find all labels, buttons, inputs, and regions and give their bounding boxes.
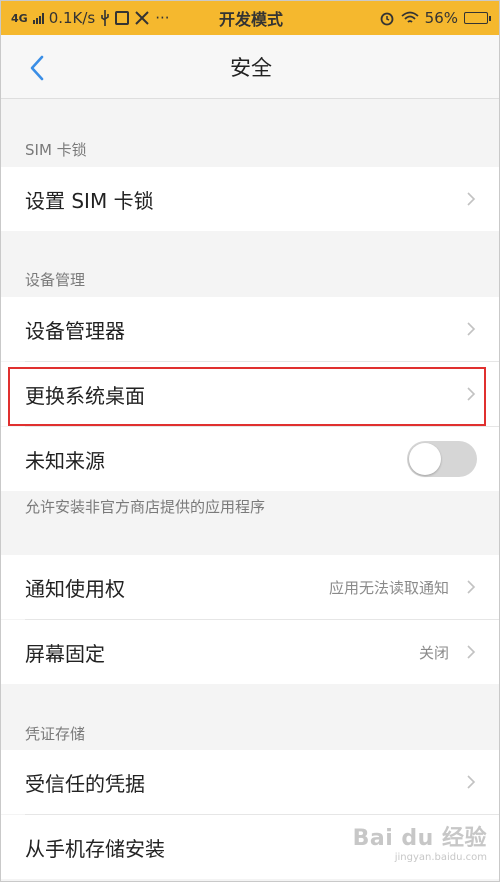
row-label: 设备管理器 xyxy=(25,318,125,343)
unknown-sources-toggle[interactable] xyxy=(407,441,477,477)
row-change-launcher[interactable]: 更换系统桌面 xyxy=(1,362,499,426)
section-label-device: 设备管理 xyxy=(25,271,86,289)
row-unknown-sources: 未知来源 xyxy=(1,427,499,491)
row-value: 关闭 xyxy=(418,643,449,662)
unknown-sources-description: 允许安装非官方商店提供的应用程序 xyxy=(25,498,266,516)
title-bar: 安全 xyxy=(1,35,499,99)
row-label: 未知来源 xyxy=(25,448,105,473)
chevron-right-icon xyxy=(467,645,476,659)
network-type: 4G xyxy=(11,11,28,25)
notification-icon xyxy=(115,11,130,25)
battery-percent: 56% xyxy=(424,9,458,27)
usb-icon xyxy=(101,10,110,26)
page-title: 安全 xyxy=(230,55,272,80)
signal-icon xyxy=(32,12,44,24)
row-label: 通知使用权 xyxy=(25,576,125,601)
alarm-icon xyxy=(380,12,394,26)
watermark-url: jingyan.baidu.com xyxy=(394,852,487,863)
section-label-sim: SIM 卡锁 xyxy=(25,141,87,159)
network-speed: 0.1K/s xyxy=(48,9,96,27)
watermark: Bai du 经验 jingyan.baidu.com xyxy=(353,820,487,863)
back-arrow-icon[interactable] xyxy=(23,53,53,83)
row-label: 屏幕固定 xyxy=(25,641,105,666)
battery-icon xyxy=(464,12,491,24)
chevron-right-icon xyxy=(467,322,476,336)
row-notification-access[interactable]: 通知使用权 应用无法读取通知 xyxy=(1,555,499,619)
row-screen-pinning[interactable]: 屏幕固定 关闭 xyxy=(1,620,499,684)
status-bar: 4G 0.1K/s ··· 开发模式 56% xyxy=(1,1,499,35)
wifi-icon xyxy=(401,11,419,23)
row-label: 更换系统桌面 xyxy=(25,383,145,408)
status-left: 4G 0.1K/s ··· xyxy=(11,9,170,27)
toggle-knob xyxy=(409,443,441,475)
section-label-credentials: 凭证存储 xyxy=(25,725,86,743)
chevron-right-icon xyxy=(467,192,476,206)
status-right: 56% xyxy=(379,9,491,27)
row-value: 应用无法读取通知 xyxy=(328,578,449,597)
chevron-right-icon xyxy=(467,775,476,789)
row-device-manager[interactable]: 设备管理器 xyxy=(1,297,499,361)
row-label: 设置 SIM 卡锁 xyxy=(25,188,154,213)
row-sim-lock[interactable]: 设置 SIM 卡锁 xyxy=(1,167,499,231)
tools-icon xyxy=(135,11,149,25)
row-label: 受信任的凭据 xyxy=(25,771,145,796)
row-trusted-credentials[interactable]: 受信任的凭据 xyxy=(1,750,499,814)
screen: 4G 0.1K/s ··· 开发模式 56% 安全 SIM 卡锁 设置 SIM … xyxy=(0,0,500,882)
chevron-right-icon xyxy=(467,387,476,401)
chevron-right-icon xyxy=(467,580,476,594)
watermark-logo: Bai du 经验 xyxy=(352,826,487,851)
more-icon: ··· xyxy=(155,9,170,27)
